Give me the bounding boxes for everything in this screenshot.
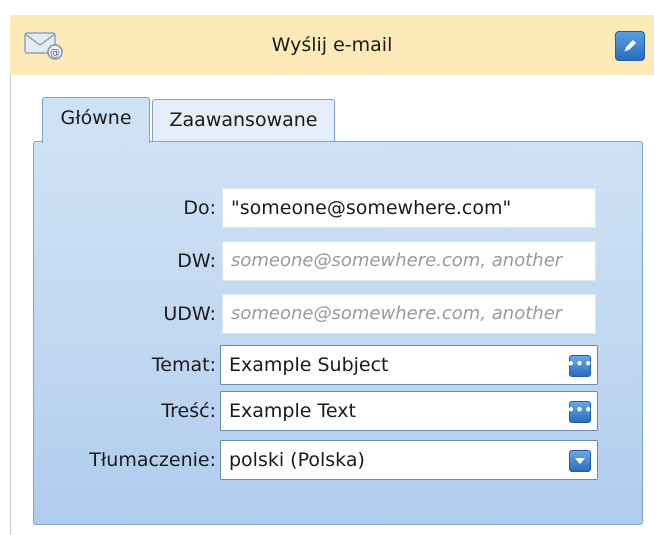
subject-value: Example Subject (229, 354, 389, 376)
pencil-icon (624, 40, 636, 52)
translation-select[interactable]: polski (Polska) (220, 440, 598, 480)
chevron-down-icon (575, 458, 585, 464)
ellipsis-icon: ••• (567, 357, 594, 371)
cc-label: DW: (177, 250, 216, 272)
bcc-field[interactable]: someone@somewhere.com, another (222, 294, 596, 334)
subject-more-button[interactable]: ••• (567, 355, 594, 377)
tab-zaawansowane[interactable]: Zaawansowane (152, 99, 335, 143)
tab-glowne[interactable]: Główne (42, 97, 150, 143)
body-field[interactable]: Example Text ••• (220, 391, 598, 431)
subject-field[interactable]: Example Subject ••• (220, 345, 598, 385)
ellipsis-icon: ••• (567, 403, 594, 417)
dialog-header: @ Wyślij e-mail (10, 15, 654, 75)
translation-value: polski (Polska) (229, 449, 365, 471)
translation-label: Tłumaczenie: (89, 449, 216, 471)
body-label: Treść: (161, 400, 216, 422)
translation-dropdown-button[interactable] (569, 450, 591, 472)
form-panel: Do: "someone@somewhere.com" DW: someone@… (33, 141, 643, 525)
edit-button[interactable] (615, 31, 645, 61)
bcc-label: UDW: (163, 303, 216, 325)
to-label: Do: (183, 197, 216, 219)
subject-label: Temat: (151, 354, 216, 376)
body-value: Example Text (229, 400, 356, 422)
body-more-button[interactable]: ••• (567, 401, 594, 423)
dialog-title: Wyślij e-mail (271, 34, 393, 56)
to-field[interactable]: "someone@somewhere.com" (222, 188, 596, 228)
cc-field[interactable]: someone@somewhere.com, another (222, 241, 596, 281)
left-border (10, 75, 11, 535)
